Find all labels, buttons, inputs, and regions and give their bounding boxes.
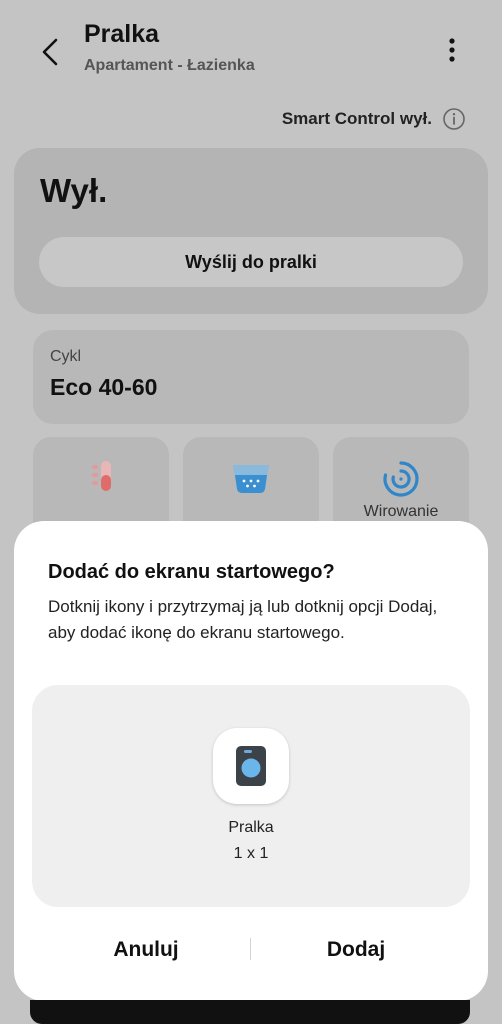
dialog-title: Dodać do ekranu startowego? bbox=[48, 561, 335, 583]
more-options-button[interactable] bbox=[436, 32, 468, 68]
more-vertical-icon bbox=[449, 38, 455, 62]
app-size: 1 x 1 bbox=[233, 845, 269, 862]
bottom-bar bbox=[30, 1000, 470, 1024]
button-divider bbox=[250, 938, 251, 960]
cycle-value: Eco 40-60 bbox=[50, 374, 158, 400]
dialog-description: Dotknij ikony i przytrzymaj ją lub dotkn… bbox=[48, 597, 438, 642]
app-icon-preview[interactable] bbox=[213, 728, 289, 804]
smart-control-label: Smart Control wył. bbox=[281, 109, 432, 128]
cycle-label: Cykl bbox=[50, 348, 82, 365]
add-button[interactable]: Dodaj bbox=[258, 927, 454, 973]
spin-tile-label: Wirowanie bbox=[363, 503, 439, 520]
back-button[interactable] bbox=[30, 30, 70, 74]
info-icon[interactable] bbox=[442, 107, 466, 131]
send-to-washer-button[interactable]: Wyślij do pralki bbox=[39, 237, 463, 287]
page-title: Pralka bbox=[84, 20, 160, 48]
temperature-icon bbox=[92, 461, 111, 491]
spin-icon bbox=[383, 461, 419, 497]
app-name: Pralka bbox=[228, 819, 274, 836]
screen: Pralka Apartament - Łazienka Smart Contr… bbox=[0, 0, 502, 1024]
washing-machine-icon bbox=[236, 746, 266, 786]
power-status: Wył. bbox=[40, 172, 108, 209]
rinse-icon bbox=[233, 465, 269, 493]
cancel-button[interactable]: Anuluj bbox=[48, 927, 244, 973]
page-subtitle: Apartament - Łazienka bbox=[84, 57, 255, 74]
smart-control-row[interactable]: Smart Control wył. bbox=[282, 107, 466, 131]
chevron-left-icon bbox=[42, 38, 58, 66]
